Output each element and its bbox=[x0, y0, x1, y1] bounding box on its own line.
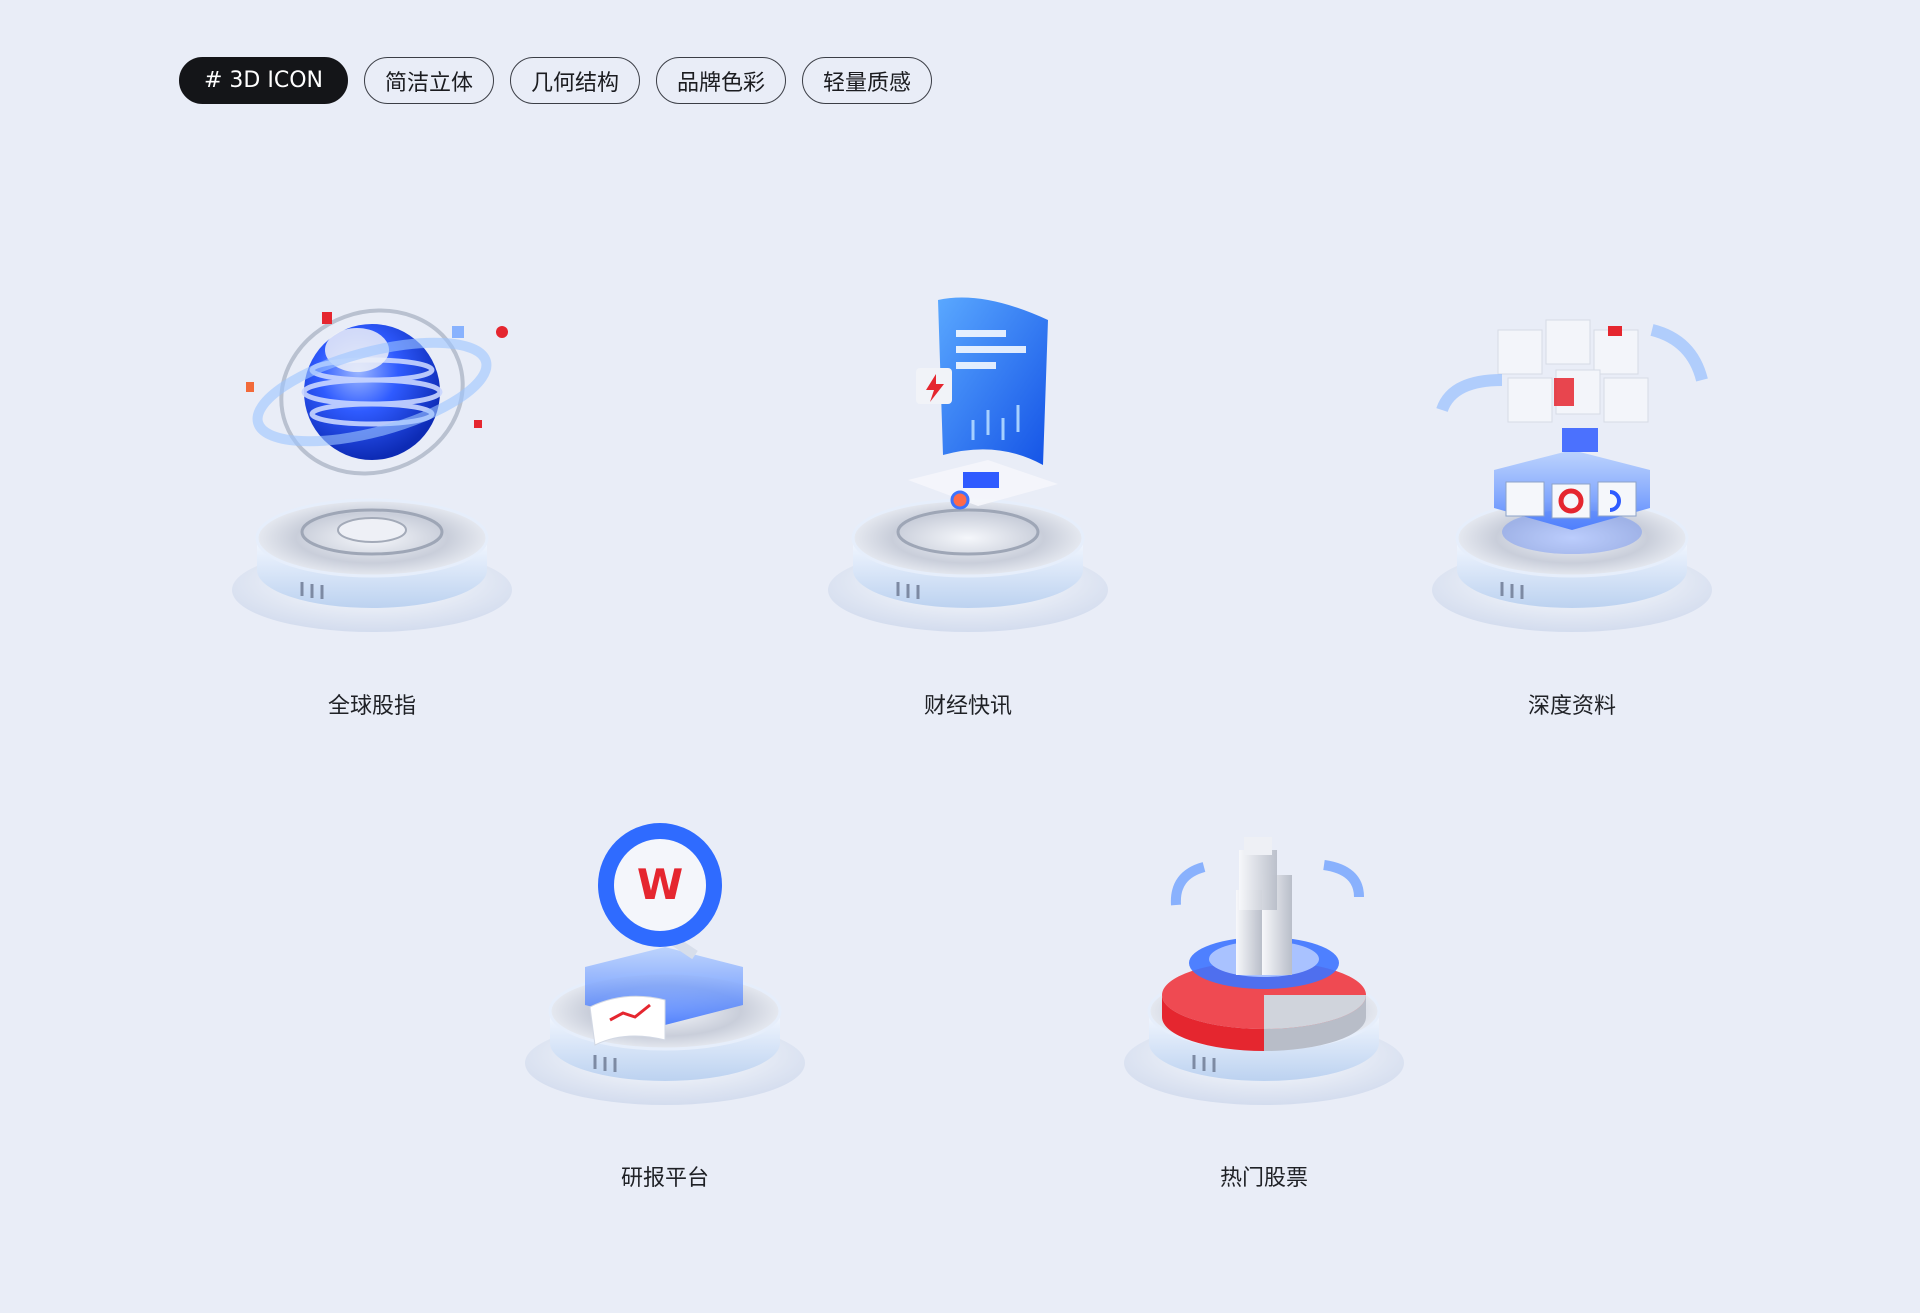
hot-stocks-bars-icon bbox=[1124, 837, 1404, 1105]
tag-bar: # 3D ICON 简洁立体 几何结构 品牌色彩 轻量质感 bbox=[179, 57, 933, 104]
icon-label: 研报平台 bbox=[620, 1166, 709, 1191]
icon-label: 全球股指 bbox=[327, 694, 416, 719]
data-cube-icon bbox=[1432, 319, 1712, 632]
icon-label: 热门股票 bbox=[1219, 1166, 1308, 1191]
icon-card-research-platform[interactable]: W 研报平台 bbox=[505, 795, 825, 1235]
globe-orbit-icon bbox=[232, 308, 512, 632]
svg-text:W: W bbox=[637, 860, 683, 909]
news-sheet-icon bbox=[828, 297, 1108, 632]
icon-card-global-indices[interactable]: 全球股指 bbox=[212, 270, 532, 719]
icon-card-financial-news[interactable]: 财经快讯 bbox=[808, 270, 1128, 719]
icon-label: 深度资料 bbox=[1527, 694, 1616, 719]
tag-3d-icon[interactable]: # 3D ICON bbox=[179, 57, 348, 104]
icon-label: 财经快讯 bbox=[923, 694, 1012, 719]
research-search-icon: W bbox=[525, 823, 805, 1105]
tag-geometric[interactable]: 几何结构 bbox=[510, 57, 641, 104]
icon-card-hot-stocks[interactable]: 热门股票 bbox=[1104, 795, 1424, 1235]
tag-simple-3d[interactable]: 简洁立体 bbox=[363, 57, 494, 104]
icon-card-deep-data[interactable]: 深度资料 bbox=[1412, 270, 1732, 719]
tag-light-texture[interactable]: 轻量质感 bbox=[802, 57, 933, 104]
tag-brand-color[interactable]: 品牌色彩 bbox=[656, 57, 787, 104]
